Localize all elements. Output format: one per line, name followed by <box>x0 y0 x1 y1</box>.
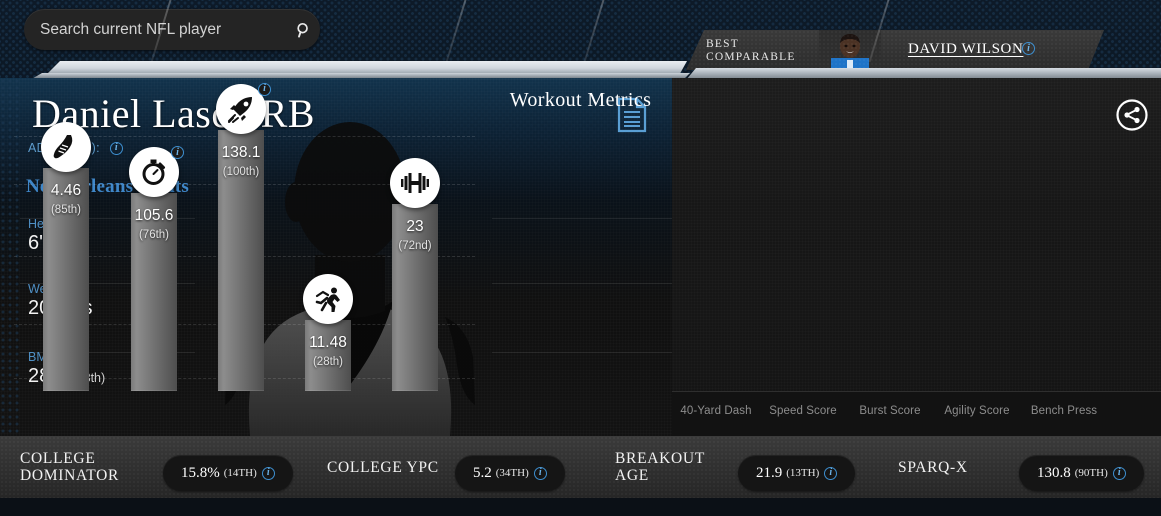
sparq-x-info-icon[interactable]: i <box>1112 466 1126 480</box>
bar-rank-speed-score: (76th) <box>138 229 170 241</box>
metric-label-line2: DOMINATOR <box>20 467 120 484</box>
best-comparable-label-line2: COMPARABLE <box>706 51 796 63</box>
bar-rank-burst-score: (100th) <box>222 165 260 178</box>
burst-score-info-icon[interactable]: i <box>258 82 271 96</box>
metric-breakout-age-value: 21.9 <box>756 464 783 481</box>
metric-college-dominator-pill[interactable]: 15.8% (14TH) i <box>163 455 293 491</box>
bar-speed-score[interactable]: i 105.6 (76th) <box>129 146 184 391</box>
metric-college-dominator-label: COLLEGE DOMINATOR <box>20 450 119 484</box>
bar-value-bench-press: 23 <box>406 218 424 235</box>
metric-breakout-age-pill[interactable]: 21.9 (13TH) i <box>738 455 856 491</box>
metric-sparq-x-rank: (90TH) <box>1074 467 1108 479</box>
metric-label-line1: SPARQ-x <box>898 458 968 476</box>
shoe-icon <box>41 122 91 173</box>
metric-sparq-x-label: SPARQ-x <box>898 459 968 476</box>
rocket-icon: i <box>216 82 271 134</box>
best-comparable-info-icon[interactable]: i <box>1022 42 1035 55</box>
metric-college-ypc-pill[interactable]: 5.2 (34TH) i <box>455 455 565 491</box>
axis-label-agility-score: Agility Score <box>944 405 1010 417</box>
speed-score-info-icon[interactable]: i <box>171 146 184 159</box>
metric-label-line1: BREAKOUT <box>615 450 705 467</box>
axis-label-40-yard-dash: 40-Yard Dash <box>680 405 752 417</box>
stopwatch-icon: i <box>129 146 184 197</box>
bar-burst-score[interactable]: i 138.1 (100th) <box>216 82 271 391</box>
bar-bench-press[interactable]: 23 (72nd) <box>390 158 440 391</box>
metric-breakout-age-rank: (13TH) <box>786 467 820 479</box>
metric-sparq-x-pill[interactable]: 130.8 (90TH) i <box>1019 455 1144 491</box>
metric-college-ypc-value: 5.2 <box>473 464 492 481</box>
search-box[interactable] <box>24 9 320 50</box>
metric-label-line1: COLLEGE YPC <box>327 458 439 476</box>
metric-college-dominator: COLLEGE DOMINATOR <box>20 436 119 498</box>
workout-chart-axis: 40-Yard Dash Speed Score Burst Score Agi… <box>672 391 1161 436</box>
runner-icon <box>303 273 353 324</box>
metric-breakout-age-label: BREAKOUT AGE <box>615 450 705 484</box>
axis-label-speed-score: Speed Score <box>769 405 837 417</box>
axis-label-bench-press: Bench Press <box>1030 405 1098 417</box>
best-comparable-label-line1: BEST <box>706 38 739 50</box>
search-icon[interactable] <box>286 22 320 38</box>
divider-draftpick <box>492 218 672 219</box>
workout-metrics-panel <box>672 78 1161 436</box>
college-dominator-info-icon[interactable]: i <box>261 466 275 480</box>
barbell-icon <box>390 158 440 208</box>
bar-rank-agility-score: (28th) <box>312 355 344 368</box>
search-input[interactable] <box>24 20 286 39</box>
share-icon[interactable] <box>1115 98 1149 137</box>
metric-breakout-age: BREAKOUT AGE <box>615 436 705 498</box>
divider-college <box>492 283 672 284</box>
page-footer <box>0 498 1161 516</box>
bar-value-40-yard-dash: 4.46 <box>50 182 82 200</box>
metric-sparq-x-value: 130.8 <box>1037 464 1071 481</box>
metric-college-ypc: COLLEGE YPC <box>327 436 439 498</box>
metric-sparq-x: SPARQ-x <box>898 436 968 498</box>
college-ypc-info-icon[interactable]: i <box>533 466 547 480</box>
divider-age <box>492 352 672 353</box>
bar-rank-40-yard-dash: (85th) <box>50 204 82 217</box>
bar-40-yard-dash[interactable]: 4.46 (85th) <box>41 122 91 391</box>
metric-college-dominator-rank: (14TH) <box>223 467 257 479</box>
breakout-age-info-icon[interactable]: i <box>824 466 838 480</box>
best-comparable-label: BEST COMPARABLE <box>706 38 796 64</box>
bar-agility-score[interactable]: 11.48 (28th) <box>303 273 353 391</box>
bar-value-agility-score: 11.48 <box>309 333 347 351</box>
metric-label-line2: AGE <box>615 467 649 484</box>
best-comparable-player-link[interactable]: DAVID WILSON <box>908 41 1023 58</box>
best-comparable-banner[interactable]: BEST COMPARABLE DAVID WILSON i <box>686 30 1104 70</box>
workout-metrics-title: Workout Metrics <box>509 89 652 111</box>
metric-label-line1: COLLEGE <box>20 450 96 467</box>
workout-chart-plot: 4.46 (85th) i 105.6 (76th) i 138.1 (100t… <box>14 82 475 391</box>
axis-label-burst-score: Burst Score <box>859 405 921 417</box>
bar-value-speed-score: 105.6 <box>134 207 174 224</box>
bar-value-burst-score: 138.1 <box>221 143 261 161</box>
bar-rank-bench-press: (72nd) <box>398 240 432 252</box>
metric-college-ypc-label: COLLEGE YPC <box>327 459 439 476</box>
metric-college-ypc-rank: (34TH) <box>495 467 529 479</box>
metric-college-dominator-value: 15.8% <box>181 464 220 481</box>
